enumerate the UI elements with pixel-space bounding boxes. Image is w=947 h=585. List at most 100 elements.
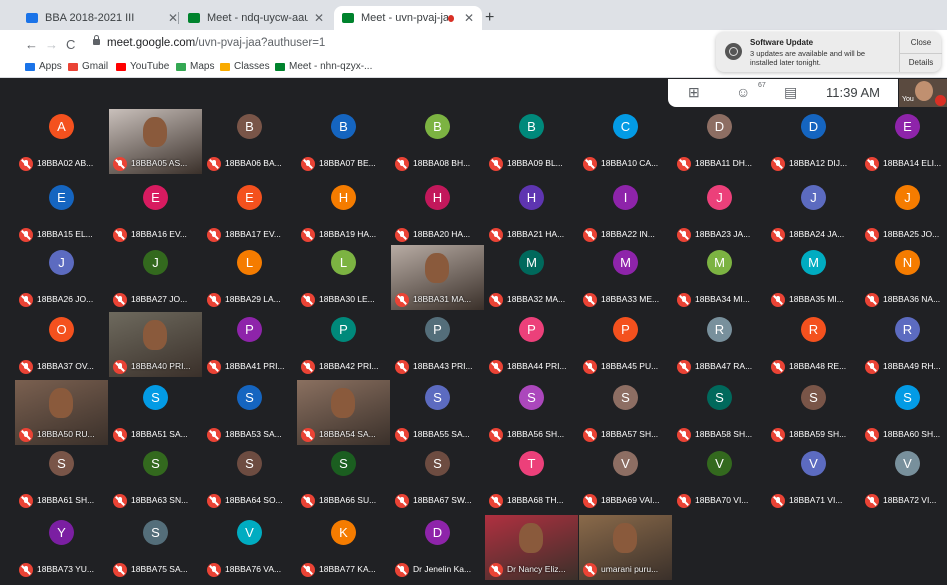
participant-tile[interactable]: H 18BBA21 HA... <box>485 180 578 245</box>
chat-icon[interactable]: ▤ <box>784 84 797 101</box>
participant-tile[interactable]: B 18BBA06 BA... <box>203 109 296 174</box>
bookmark-apps[interactable]: Apps <box>25 61 62 72</box>
participant-tile[interactable]: T 18BBA68 TH... <box>485 446 578 511</box>
forward-icon[interactable]: → <box>45 37 58 52</box>
participant-tile[interactable]: K 18BBA77 KA... <box>297 515 390 580</box>
participant-tile[interactable]: D Dr Jenelin Ka... <box>391 515 484 580</box>
participant-video-tile[interactable]: umarani puru... <box>579 515 672 580</box>
participant-tile[interactable]: V 18BBA71 VI... <box>767 446 860 511</box>
participant-tile[interactable]: M 18BBA35 MI... <box>767 245 860 310</box>
participant-tile[interactable]: V 18BBA72 VI... <box>861 446 947 511</box>
participant-tile[interactable]: H 18BBA19 HA... <box>297 180 390 245</box>
participant-tile[interactable]: O 18BBA37 OV... <box>15 312 108 377</box>
notification-body: 3 updates are available and will be inst… <box>750 49 866 67</box>
participant-tile[interactable]: S 18BBA60 SH... <box>861 380 947 445</box>
close-tab-icon[interactable]: ✕ <box>464 11 474 25</box>
new-tab-button[interactable]: + <box>485 9 494 27</box>
participant-tile[interactable]: E 18BBA14 ELI... <box>861 109 947 174</box>
participant-tile[interactable]: S 18BBA55 SA... <box>391 380 484 445</box>
participant-tile[interactable]: J 18BBA27 JO... <box>109 245 202 310</box>
participant-tile[interactable]: R 18BBA49 RH... <box>861 312 947 377</box>
participant-tile[interactable]: P 18BBA44 PRI... <box>485 312 578 377</box>
participant-tile[interactable]: S 18BBA63 SN... <box>109 446 202 511</box>
layout-grid-icon[interactable]: ⊞ <box>688 84 700 101</box>
participant-video-tile[interactable]: 18BBA40 PRI... <box>109 312 202 377</box>
participant-tile[interactable]: P 18BBA41 PRI... <box>203 312 296 377</box>
mic-off-icon <box>677 157 691 171</box>
participant-tile[interactable]: E 18BBA17 EV... <box>203 180 296 245</box>
participant-tile[interactable]: S 18BBA66 SU... <box>297 446 390 511</box>
participant-tile[interactable]: L 18BBA30 LE... <box>297 245 390 310</box>
participant-tile[interactable]: J 18BBA23 JA... <box>673 180 766 245</box>
participant-tile[interactable]: R 18BBA47 RA... <box>673 312 766 377</box>
participant-tile[interactable]: P 18BBA43 PRI... <box>391 312 484 377</box>
participant-tile[interactable]: S 18BBA53 SA... <box>203 380 296 445</box>
participant-tile[interactable]: J 18BBA26 JO... <box>15 245 108 310</box>
participant-tile[interactable]: M 18BBA32 MA... <box>485 245 578 310</box>
reload-icon[interactable]: C <box>66 37 75 52</box>
participant-video-tile[interactable]: 18BBA54 SA... <box>297 380 390 445</box>
participant-tile[interactable]: P 18BBA42 PRI... <box>297 312 390 377</box>
participant-tile[interactable]: S 18BBA58 SH... <box>673 380 766 445</box>
participant-tile[interactable]: S 18BBA67 SW... <box>391 446 484 511</box>
tab-meet-ndq[interactable]: Meet - ndq-uycw-aau ✕ <box>180 6 332 30</box>
participant-tile[interactable]: S 18BBA57 SH... <box>579 380 672 445</box>
participant-tile[interactable]: J 18BBA24 JA... <box>767 180 860 245</box>
notification-close-button[interactable]: Close <box>900 38 942 54</box>
participant-tile[interactable]: R 18BBA48 RE... <box>767 312 860 377</box>
participant-tile[interactable]: S 18BBA59 SH... <box>767 380 860 445</box>
tab-meet-uvn[interactable]: Meet - uvn-pvaj-jaa ✕ <box>334 6 482 30</box>
participant-tile[interactable]: A 18BBA02 AB... <box>15 109 108 174</box>
mic-off-icon <box>771 228 785 242</box>
participant-tile[interactable]: M 18BBA34 MI... <box>673 245 766 310</box>
lock-icon[interactable] <box>93 35 100 45</box>
participant-tile[interactable]: S 18BBA51 SA... <box>109 380 202 445</box>
close-tab-icon[interactable]: ✕ <box>314 11 324 25</box>
participant-tile[interactable]: S 18BBA75 SA... <box>109 515 202 580</box>
participant-tile[interactable]: N 18BBA36 NA... <box>861 245 947 310</box>
bookmark-classes[interactable]: Classes <box>220 61 270 72</box>
participant-avatar: J <box>895 185 920 210</box>
participant-tile[interactable]: V 18BBA69 VAI... <box>579 446 672 511</box>
participant-tile[interactable]: J 18BBA25 JO... <box>861 180 947 245</box>
bookmark-meet[interactable]: Meet - nhn-qzyx-... <box>275 61 372 72</box>
self-view-tile[interactable]: You <box>899 79 947 107</box>
participant-tile[interactable]: C 18BBA10 CA... <box>579 109 672 174</box>
url-field[interactable]: meet.google.com/uvn-pvaj-jaa?authuser=1 <box>107 37 325 49</box>
participant-avatar: T <box>519 451 544 476</box>
mic-off-icon <box>489 293 503 307</box>
participant-tile[interactable]: V 18BBA70 VI... <box>673 446 766 511</box>
participant-tile[interactable]: E 18BBA15 EL... <box>15 180 108 245</box>
participant-tile[interactable]: E 18BBA16 EV... <box>109 180 202 245</box>
participant-video-tile[interactable]: 18BBA31 MA... <box>391 245 484 310</box>
participant-tile[interactable]: P 18BBA45 PU... <box>579 312 672 377</box>
participant-tile[interactable]: H 18BBA20 HA... <box>391 180 484 245</box>
participant-tile[interactable]: I 18BBA22 IN... <box>579 180 672 245</box>
back-icon[interactable]: ← <box>25 37 38 52</box>
participant-video-tile[interactable]: 18BBA50 RU... <box>15 380 108 445</box>
people-icon[interactable]: ☺ <box>736 84 750 100</box>
participant-avatar: S <box>801 385 826 410</box>
participant-tile[interactable]: D 18BBA12 DIJ... <box>767 109 860 174</box>
close-tab-icon[interactable]: ✕ <box>168 11 178 25</box>
participant-tile[interactable]: D 18BBA11 DH... <box>673 109 766 174</box>
participant-tile[interactable]: M 18BBA33 ME... <box>579 245 672 310</box>
participant-tile[interactable]: V 18BBA76 VA... <box>203 515 296 580</box>
tab-classroom[interactable]: BBA 2018-2021 III ✕ <box>18 6 186 30</box>
notification-details-button[interactable]: Details <box>900 58 942 67</box>
participant-tile[interactable]: B 18BBA09 BL... <box>485 109 578 174</box>
participant-video-tile[interactable]: 18BBA05 AS... <box>109 109 202 174</box>
mic-off-icon <box>771 494 785 508</box>
participant-tile[interactable]: S 18BBA64 SO... <box>203 446 296 511</box>
participant-tile[interactable]: L 18BBA29 LA... <box>203 245 296 310</box>
participant-tile[interactable]: Y 18BBA73 YU... <box>15 515 108 580</box>
bookmark-maps[interactable]: Maps <box>176 61 214 72</box>
participant-video-tile[interactable]: Dr Nancy Eliz... <box>485 515 578 580</box>
participant-tile[interactable]: B 18BBA08 BH... <box>391 109 484 174</box>
participant-name: 18BBA06 BA... <box>225 158 282 168</box>
bookmark-gmail[interactable]: Gmail <box>68 61 108 72</box>
bookmark-youtube[interactable]: YouTube <box>116 61 169 72</box>
participant-tile[interactable]: S 18BBA61 SH... <box>15 446 108 511</box>
participant-tile[interactable]: S 18BBA56 SH... <box>485 380 578 445</box>
participant-tile[interactable]: B 18BBA07 BE... <box>297 109 390 174</box>
